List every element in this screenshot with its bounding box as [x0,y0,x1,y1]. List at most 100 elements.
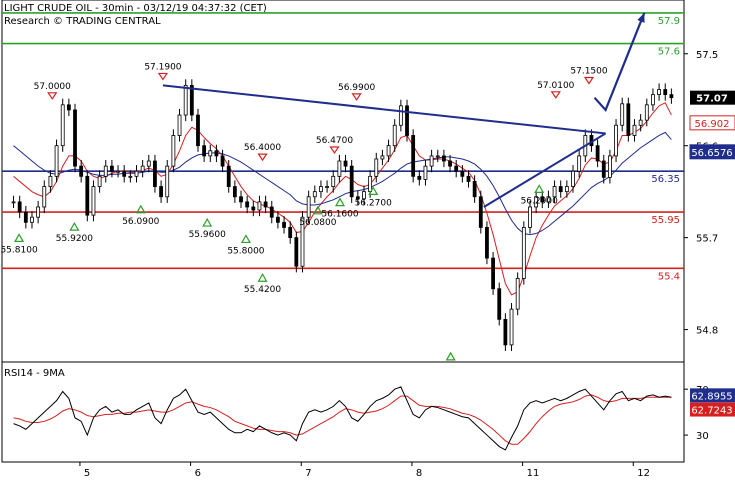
swing-low-label: 55.8100 [0,245,37,255]
price-candle [276,216,280,223]
price-candle [251,206,256,211]
price-candle [91,186,96,216]
swing-low-label: 55.8000 [227,246,264,256]
ma-price-label: 56.6576 [691,148,732,159]
price-candle [380,155,385,160]
level-label: 57.9 [658,16,680,27]
price-candle [669,94,674,99]
price-candle [116,170,120,173]
price-candle [232,186,237,198]
rsi-tick-label: 30 [696,431,709,442]
swing-high-label: 57.1900 [144,62,181,72]
price-candle [60,104,65,147]
price-candle [85,175,90,216]
swing-low-label: 55.9200 [56,234,93,244]
price-candle [626,103,631,136]
price-candle [564,186,569,193]
price-candle [54,145,59,177]
price-candle [515,278,520,310]
price-candle [337,160,342,177]
price-candle [644,104,649,121]
price-candle [73,109,77,167]
price-candle [110,165,114,172]
price-candle [306,196,311,218]
price-candle [331,175,336,187]
price-candle [189,85,194,116]
level-label: 57.6 [658,47,680,58]
price-candle [558,186,563,193]
last-price-label: 57.07 [696,94,728,105]
price-candle [23,211,28,223]
y-tick-label: 54.8 [696,326,718,337]
price-candle [614,124,618,157]
price-candle [220,155,225,167]
price-candle [183,85,188,116]
swing-high-label: 56.4000 [244,143,281,153]
price-candle [429,155,434,167]
price-candle [392,124,397,147]
price-candle [128,175,133,178]
price-candle [448,160,452,167]
price-candle [405,105,409,136]
price-candle [245,201,250,208]
swing-low-label: 56.2900 [521,196,558,206]
price-candle [503,318,508,346]
price-candle [442,155,446,162]
price-candle [196,114,200,147]
y-tick-label: 55.7 [696,234,718,245]
price-candle [577,155,582,172]
price-candle [601,160,606,178]
price-candle [171,135,176,167]
price-candle [423,165,428,180]
price-candle [208,150,213,157]
price-candle [398,105,403,126]
ma-price-label: 56.902 [695,119,730,130]
price-candle [466,175,471,182]
price-candle [638,119,643,126]
rsi-value-label: 62.8955 [691,391,732,402]
price-candle [103,165,108,177]
price-candle [134,170,139,177]
price-candle [257,201,262,211]
swing-high-label: 56.4700 [316,136,353,146]
price-candle [485,227,489,259]
price-candle [11,201,16,204]
price-candle [48,175,53,187]
price-candle [509,308,514,346]
price-candle [202,145,207,157]
level-label: 55.4 [658,271,680,282]
price-candle [386,145,391,157]
swing-high-label: 56.9900 [338,83,375,93]
price-candle [491,257,495,290]
price-candle [460,170,465,177]
price-candle [472,181,477,198]
price-candle [608,155,612,178]
swing-low-label: 56.1600 [321,210,358,220]
price-candle [319,186,323,193]
price-candle [343,160,348,167]
price-candle [632,124,637,136]
x-tick-label: 12 [637,468,650,479]
price-candle [552,186,557,198]
rsi-title: RSI14 - 9MA [4,368,65,379]
swing-low-label: 56.0900 [122,217,159,227]
price-candle [521,227,526,279]
price-candle [435,155,440,158]
price-candle [165,165,170,198]
price-candle [214,150,219,157]
price-candle [657,89,661,96]
price-candle [17,201,22,213]
price-candle [417,175,422,180]
price-candle [651,94,655,106]
price-candle [325,186,329,188]
price-candle [66,104,71,111]
x-tick-label: 6 [195,468,201,479]
y-tick-label: 57.5 [696,50,718,61]
price-candle [294,237,299,267]
price-candle [159,186,163,198]
price-candle [288,227,293,239]
level-label: 55.95 [651,215,680,226]
price-candle [312,191,317,198]
swing-low-label: 56.2700 [355,198,392,208]
price-candle [411,135,416,177]
